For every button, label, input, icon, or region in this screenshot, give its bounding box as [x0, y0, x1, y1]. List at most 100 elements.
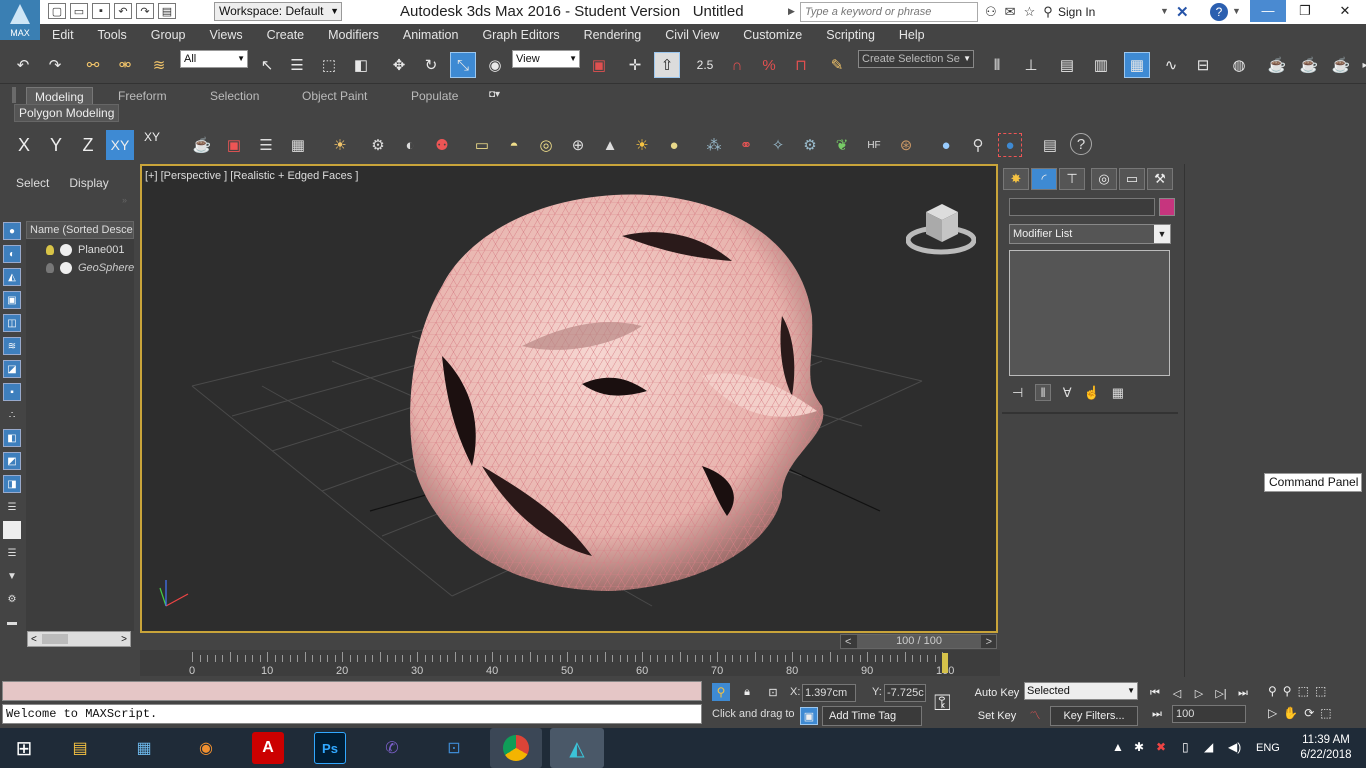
wifi-icon[interactable]: ◢	[1204, 740, 1213, 754]
gear-icon[interactable]: ⚙	[798, 133, 822, 157]
filter-cameras-icon[interactable]: ▣	[3, 291, 21, 309]
window-crossing-icon[interactable]: ◧	[348, 52, 374, 78]
menu-customize[interactable]: Customize	[743, 28, 802, 42]
render-setup-icon[interactable]: ☕	[1264, 52, 1290, 78]
mirror-icon[interactable]: ⫴	[984, 52, 1010, 78]
binoculars-icon[interactable]: ⚇	[985, 4, 997, 20]
placement-icon[interactable]: ◉	[482, 52, 508, 78]
select-manipulate-icon[interactable]: ✛	[622, 52, 648, 78]
render-camera-icon[interactable]: ⚉	[430, 133, 454, 157]
list-icon[interactable]: ☰	[3, 498, 21, 516]
chevron-right-icon[interactable]: >	[121, 634, 127, 645]
utilities-tab-icon[interactable]: ⚒	[1147, 168, 1173, 190]
file-explorer-icon[interactable]: ▤	[64, 732, 96, 764]
pin-stack-icon[interactable]: ⊣	[1012, 385, 1023, 401]
key-icon[interactable]: ⚿	[934, 690, 951, 716]
selection-filter-dropdown[interactable]: All ▼	[180, 50, 248, 68]
time-slider-thumb[interactable]: 100 / 100	[857, 635, 981, 648]
undo-icon[interactable]: ↶	[114, 3, 132, 19]
zoom-all-icon[interactable]: ⚲	[1283, 684, 1292, 698]
render-region-icon[interactable]: ●	[998, 133, 1022, 157]
help-icon[interactable]: ?	[1070, 133, 1092, 155]
teapot-icon[interactable]: ☕	[190, 133, 214, 157]
bind-space-warp-icon[interactable]: ≋	[146, 52, 172, 78]
named-selection-set-dropdown[interactable]: Create Selection Se ▼	[858, 50, 974, 68]
rendered-frame-window-icon[interactable]: ☕	[1296, 52, 1322, 78]
maxscript-mini-listener-input[interactable]	[2, 681, 702, 701]
graphite-toolbar-icon[interactable]: ▥	[1088, 52, 1114, 78]
edit-named-selection-icon[interactable]: ✎	[824, 52, 850, 78]
windows-start-icon[interactable]: ⊞	[8, 732, 40, 764]
light-bulb-icon[interactable]	[46, 263, 54, 273]
maximize-button[interactable]: ❐	[1286, 0, 1324, 22]
render-production-icon[interactable]: ☕	[1328, 52, 1354, 78]
spinner-snap-icon[interactable]: ⊓	[788, 52, 814, 78]
y-coord-field[interactable]: -7.725c	[884, 684, 926, 702]
light-bulb-icon[interactable]	[46, 245, 54, 255]
menu-edit[interactable]: Edit	[52, 28, 74, 42]
minimize-button[interactable]: —	[1250, 0, 1286, 22]
list-item[interactable]: Plane001	[46, 242, 125, 258]
filter-bones-icon[interactable]: ∴	[3, 406, 21, 424]
page-icon[interactable]	[3, 521, 21, 539]
geosphere-mesh[interactable]	[410, 194, 824, 591]
layer-manager-icon[interactable]: ▤	[1054, 52, 1080, 78]
scene-explorer-icon[interactable]: ▦	[1124, 52, 1150, 78]
viewport-label-menu[interactable]: [+] [Perspective ] [Realistic + Edged Fa…	[145, 170, 358, 182]
axis-xy-cycle-button[interactable]: XY	[138, 130, 166, 160]
geosphere-icon[interactable]: ⊕	[566, 133, 590, 157]
previous-frame-icon[interactable]: ◁	[1168, 684, 1186, 702]
snaps-toggle[interactable]: 2.5	[692, 52, 718, 78]
battery-icon[interactable]: ▯	[1182, 740, 1189, 754]
chevron-right-icon[interactable]: >	[986, 636, 992, 648]
filter-geometry-icon[interactable]: ●	[3, 222, 21, 240]
show-hidden-icons[interactable]: ▲	[1112, 740, 1124, 754]
ribbon-options-icon[interactable]: ◘▾	[489, 89, 511, 101]
expand-search-icon[interactable]: ▶	[788, 6, 795, 17]
close-button[interactable]: ✕	[1326, 0, 1364, 22]
tab-populate[interactable]: Populate	[403, 87, 466, 105]
keyboard-shortcut-override-icon[interactable]: ⇧	[654, 52, 680, 78]
isolate-selection-icon[interactable]: ⚲	[712, 683, 730, 701]
undo-icon[interactable]: ↶	[10, 52, 36, 78]
zoom-extents-icon[interactable]: ⬚	[1298, 684, 1309, 698]
menu-tools[interactable]: Tools	[98, 28, 127, 42]
go-to-end-icon[interactable]: ⏭	[1234, 684, 1252, 702]
input-language[interactable]: ENG	[1256, 742, 1280, 754]
save-icon[interactable]: ▪	[92, 3, 110, 19]
menu-graph-editors[interactable]: Graph Editors	[482, 28, 559, 42]
layer-icon[interactable]: ▬	[3, 613, 21, 631]
viber-icon[interactable]: ✆	[376, 732, 408, 764]
align-icon[interactable]: ⊥	[1018, 52, 1044, 78]
time-slider[interactable]: < 100 / 100 >	[840, 634, 997, 649]
curve-editor-icon[interactable]: ∿	[1158, 52, 1184, 78]
maximize-viewport-icon[interactable]: ⬚	[1320, 706, 1331, 720]
unlink-icon[interactable]: ⚮	[112, 52, 138, 78]
angle-snap-icon[interactable]: ∩	[724, 52, 750, 78]
modifier-stack[interactable]	[1009, 250, 1170, 376]
sphere-icon[interactable]: ◎	[534, 133, 558, 157]
material-editor-icon[interactable]: ◍	[1226, 52, 1252, 78]
key-mode-toggle-icon[interactable]: ⏭	[1148, 705, 1166, 723]
camera-icon[interactable]: ⚙	[366, 133, 390, 157]
object-color-swatch[interactable]	[1159, 198, 1175, 216]
photoshop-icon[interactable]: Ps	[314, 732, 346, 764]
current-frame-marker[interactable]	[942, 653, 948, 673]
menu-create[interactable]: Create	[267, 28, 305, 42]
filter-containers-icon[interactable]: ◧	[3, 429, 21, 447]
list-icon[interactable]: ☰	[3, 544, 21, 562]
menu-rendering[interactable]: Rendering	[584, 28, 642, 42]
menu-scripting[interactable]: Scripting	[826, 28, 875, 42]
scrollbar-thumb[interactable]	[42, 634, 68, 644]
reference-coordinate-dropdown[interactable]: View ▼	[512, 50, 580, 68]
key-mode-dropdown[interactable]: Selected ▼	[1024, 682, 1138, 700]
play-icon[interactable]: ▷	[1190, 684, 1208, 702]
tab-object-paint[interactable]: Object Paint	[294, 87, 375, 105]
workspace-dropdown[interactable]: Workspace: Default ▼	[214, 2, 342, 21]
orbit-icon[interactable]: ⟳	[1304, 706, 1314, 720]
current-frame-field[interactable]: 100	[1172, 705, 1246, 723]
open-file-icon[interactable]: ▭	[70, 3, 88, 19]
screen-capture-icon[interactable]: ⊡	[438, 732, 470, 764]
go-to-start-icon[interactable]: ⏮	[1146, 684, 1164, 702]
percent-snap-icon[interactable]: %	[756, 52, 782, 78]
